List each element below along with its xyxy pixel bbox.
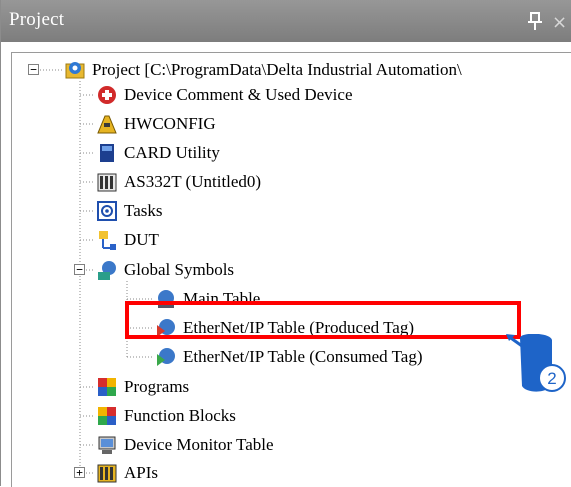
card-utility-icon bbox=[96, 142, 118, 164]
tree-item-card-utility[interactable]: CARD Utility bbox=[96, 139, 220, 167]
step-number: 2 bbox=[547, 369, 556, 388]
panel-title: Project bbox=[9, 9, 65, 30]
close-icon[interactable]: × bbox=[552, 14, 567, 32]
dut-icon bbox=[96, 229, 118, 251]
tree-item-label: Device Monitor Table bbox=[124, 435, 274, 454]
tree-item-programs[interactable]: Programs bbox=[96, 373, 189, 401]
tree-item-hwconfig[interactable]: HWCONFIG bbox=[96, 110, 216, 138]
tree-item-project-root[interactable]: Project [C:\ProgramData\Delta Industrial… bbox=[64, 56, 462, 84]
device-comment-icon bbox=[96, 84, 118, 106]
tree-item-label: HWCONFIG bbox=[124, 114, 216, 133]
tree-item-as332t[interactable]: AS332T (Untitled0) bbox=[96, 168, 261, 196]
apis-expander[interactable]: + bbox=[74, 467, 85, 478]
panel-title-bar: Project × bbox=[1, 0, 571, 42]
root-expander[interactable]: − bbox=[28, 64, 39, 75]
tree-item-label: Tasks bbox=[124, 201, 163, 220]
device-monitor-icon bbox=[96, 434, 118, 456]
tree-item-label: EtherNet/IP Table (Consumed Tag) bbox=[183, 347, 423, 366]
tree-item-label: Programs bbox=[124, 377, 190, 396]
tree-item-dut[interactable]: DUT bbox=[96, 226, 159, 254]
programs-icon bbox=[96, 376, 118, 398]
tree-item-tasks[interactable]: Tasks bbox=[96, 197, 162, 225]
tree-item-ethernetip-consumed[interactable]: EtherNet/IP Table (Consumed Tag) bbox=[155, 343, 423, 371]
tree-item-label: AS332T (Untitled0) bbox=[124, 172, 262, 191]
tree-item-label: DUT bbox=[124, 230, 159, 249]
function-blocks-icon bbox=[96, 405, 118, 427]
tree-item-global-symbols[interactable]: Global Symbols bbox=[96, 256, 234, 284]
tree-item-apis[interactable]: APIs bbox=[96, 459, 158, 487]
tree-item-function-blocks[interactable]: Function Blocks bbox=[96, 402, 236, 430]
pin-icon[interactable] bbox=[528, 11, 542, 31]
tree-item-label: Project [C:\ProgramData\Delta Industrial… bbox=[92, 60, 462, 79]
global-symbols-expander[interactable]: − bbox=[74, 264, 85, 275]
tree-item-label: Device Comment & Used Device bbox=[124, 85, 353, 104]
tree-item-label: Function Blocks bbox=[124, 406, 236, 425]
tasks-icon bbox=[96, 200, 118, 222]
tree-item-device-monitor-table[interactable]: Device Monitor Table bbox=[96, 431, 274, 459]
highlight-box bbox=[125, 301, 521, 339]
tree-item-device-comment[interactable]: Device Comment & Used Device bbox=[96, 81, 353, 109]
project-gear-icon bbox=[64, 59, 86, 81]
global-symbols-icon bbox=[96, 259, 118, 281]
step-callout: 2 bbox=[506, 333, 571, 396]
tree-item-label: Global Symbols bbox=[124, 260, 235, 279]
project-panel: Project × − − + Project [C:\ProgramData\… bbox=[0, 0, 571, 487]
tree-item-label: APIs bbox=[124, 463, 159, 482]
plc-module-icon bbox=[96, 171, 118, 193]
hwconfig-icon bbox=[96, 113, 118, 135]
consumed-tag-icon bbox=[155, 346, 177, 368]
apis-icon bbox=[96, 462, 118, 484]
project-tree: − − + Project [C:\ProgramData\Delta Indu… bbox=[11, 52, 571, 487]
tree-item-label: CARD Utility bbox=[124, 143, 220, 162]
